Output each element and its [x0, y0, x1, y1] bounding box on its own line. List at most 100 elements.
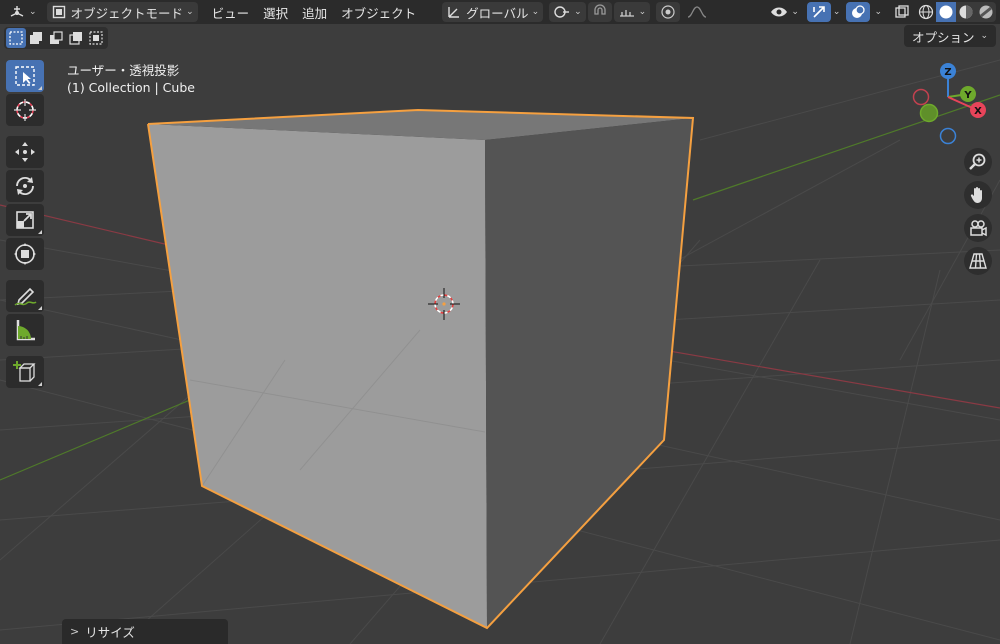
- shading-rendered-button[interactable]: [976, 2, 996, 22]
- menu-select[interactable]: 選択: [257, 2, 294, 22]
- chevron-down-icon[interactable]: ⌄: [833, 7, 841, 17]
- select-intersect-icon: [89, 31, 103, 45]
- add-cube-tool[interactable]: [6, 356, 44, 388]
- last-operation-panel[interactable]: > リサイズ: [62, 619, 228, 644]
- falloff-select[interactable]: [682, 2, 712, 22]
- orientation-label: グローバル: [466, 5, 529, 21]
- cursor-icon: [14, 99, 36, 121]
- chevron-down-icon: ⌄: [531, 7, 540, 17]
- select-box-tool[interactable]: [6, 60, 44, 92]
- options-label: オプション: [911, 29, 975, 45]
- view-perspective-label: ユーザー・透視投影: [67, 63, 180, 78]
- grid-perspective-icon: [969, 253, 987, 269]
- chevron-down-icon: ⌄: [29, 7, 37, 17]
- rotate-icon: [16, 176, 34, 196]
- select-intersect-button[interactable]: [86, 28, 106, 48]
- add-cube-icon: [13, 361, 36, 382]
- select-extend-button[interactable]: [26, 28, 46, 48]
- menu-add[interactable]: 追加: [296, 2, 333, 22]
- pivot-point-select[interactable]: ⌄: [549, 2, 586, 22]
- wireframe-shading-icon: [918, 4, 934, 20]
- tool-options-corner: [38, 86, 42, 90]
- proportional-edit-icon: [661, 5, 675, 19]
- shading-material-button[interactable]: [956, 2, 976, 22]
- scale-icon: [16, 211, 34, 229]
- 3d-viewport[interactable]: Z Y X: [0, 0, 1000, 644]
- projection-toggle-button[interactable]: [964, 247, 992, 275]
- visibility-select[interactable]: ⌄: [766, 2, 803, 22]
- material-shading-icon: [959, 5, 973, 19]
- measure-tool[interactable]: [6, 314, 44, 346]
- camera-view-button[interactable]: [964, 214, 992, 242]
- gizmo-x-label: X: [974, 106, 982, 117]
- chevron-down-icon: ⌄: [980, 31, 988, 41]
- menu-view[interactable]: ビュー: [206, 2, 256, 22]
- chevron-down-icon: ⌄: [574, 7, 582, 17]
- select-box-icon: [15, 66, 35, 86]
- pivot-icon: [554, 6, 570, 18]
- proportional-edit-toggle[interactable]: [656, 2, 681, 22]
- cursor-tool[interactable]: [6, 94, 44, 126]
- tool-options-corner: [38, 230, 42, 234]
- gizmo-toggle[interactable]: [806, 2, 831, 22]
- tool-options-corner: [38, 382, 42, 386]
- mode-select[interactable]: オブジェクトモード ⌄: [46, 2, 198, 22]
- select-invert-icon: [69, 32, 82, 45]
- select-invert-button[interactable]: [66, 28, 86, 48]
- eye-icon: [771, 7, 788, 17]
- magnet-icon: [594, 4, 606, 15]
- solid-shading-icon: [939, 5, 953, 19]
- snap-increment-icon: [619, 10, 634, 17]
- tool-shelf: [6, 60, 48, 390]
- select-subtract-icon: [50, 31, 63, 44]
- 3d-viewport-icon: [10, 6, 24, 17]
- annotate-icon: [14, 287, 37, 306]
- camera-icon: [970, 220, 987, 237]
- selection-mode-group: [4, 27, 108, 49]
- tool-options-corner: [38, 306, 42, 310]
- move-tool[interactable]: [6, 136, 44, 168]
- falloff-curve-icon: [688, 6, 707, 18]
- editor-type-button[interactable]: ⌄: [4, 2, 41, 22]
- overlays-toggle[interactable]: [846, 2, 871, 22]
- transform-orientation-select[interactable]: グローバル ⌄: [442, 2, 544, 22]
- zoom-button[interactable]: [964, 148, 992, 176]
- gizmo-z-label: Z: [944, 67, 951, 78]
- options-dropdown[interactable]: オプション ⌄: [903, 25, 996, 47]
- zoom-icon: [969, 153, 986, 170]
- rotate-tool[interactable]: [6, 170, 44, 202]
- gizmo-neg-y: [919, 103, 939, 123]
- shading-wireframe-button[interactable]: [916, 2, 936, 22]
- gizmo-y-label: Y: [963, 90, 972, 101]
- xray-toggle[interactable]: [890, 2, 914, 22]
- chevron-down-icon[interactable]: ⌄: [874, 7, 882, 17]
- orientation-icon: [448, 7, 460, 18]
- chevron-down-icon: ⌄: [186, 7, 194, 17]
- chevron-right-icon: >: [70, 625, 80, 638]
- overlays-icon: [852, 5, 866, 18]
- pan-button[interactable]: [964, 181, 992, 209]
- transform-tool[interactable]: [6, 238, 44, 270]
- select-new-button[interactable]: [6, 28, 26, 48]
- object-mode-icon: [52, 5, 65, 19]
- active-object-label: (1) Collection | Cube: [67, 80, 195, 95]
- menu-object[interactable]: オブジェクト: [335, 2, 422, 22]
- hand-icon: [970, 187, 982, 203]
- last-operation-label: リサイズ: [85, 625, 135, 640]
- rendered-shading-icon: [979, 5, 993, 19]
- select-extend-icon: [30, 32, 42, 44]
- viewport-header: ⌄ オブジェクトモード ⌄ ビュー 選択 追加 オブジェクト グローバル ⌄ ⌄…: [0, 0, 1000, 24]
- transform-icon: [14, 243, 36, 265]
- chevron-down-icon: ⌄: [638, 7, 647, 17]
- snap-target-select[interactable]: ⌄: [613, 2, 651, 22]
- move-icon: [15, 142, 35, 162]
- measure-icon: [16, 320, 35, 341]
- snap-toggle[interactable]: [587, 2, 612, 22]
- select-new-icon: [9, 31, 23, 45]
- mode-label: オブジェクトモード: [70, 5, 184, 21]
- scale-tool[interactable]: [6, 204, 44, 236]
- shading-solid-button[interactable]: [936, 2, 956, 22]
- annotate-tool[interactable]: [6, 280, 44, 312]
- select-subtract-button[interactable]: [46, 28, 66, 48]
- chevron-down-icon: ⌄: [791, 7, 799, 17]
